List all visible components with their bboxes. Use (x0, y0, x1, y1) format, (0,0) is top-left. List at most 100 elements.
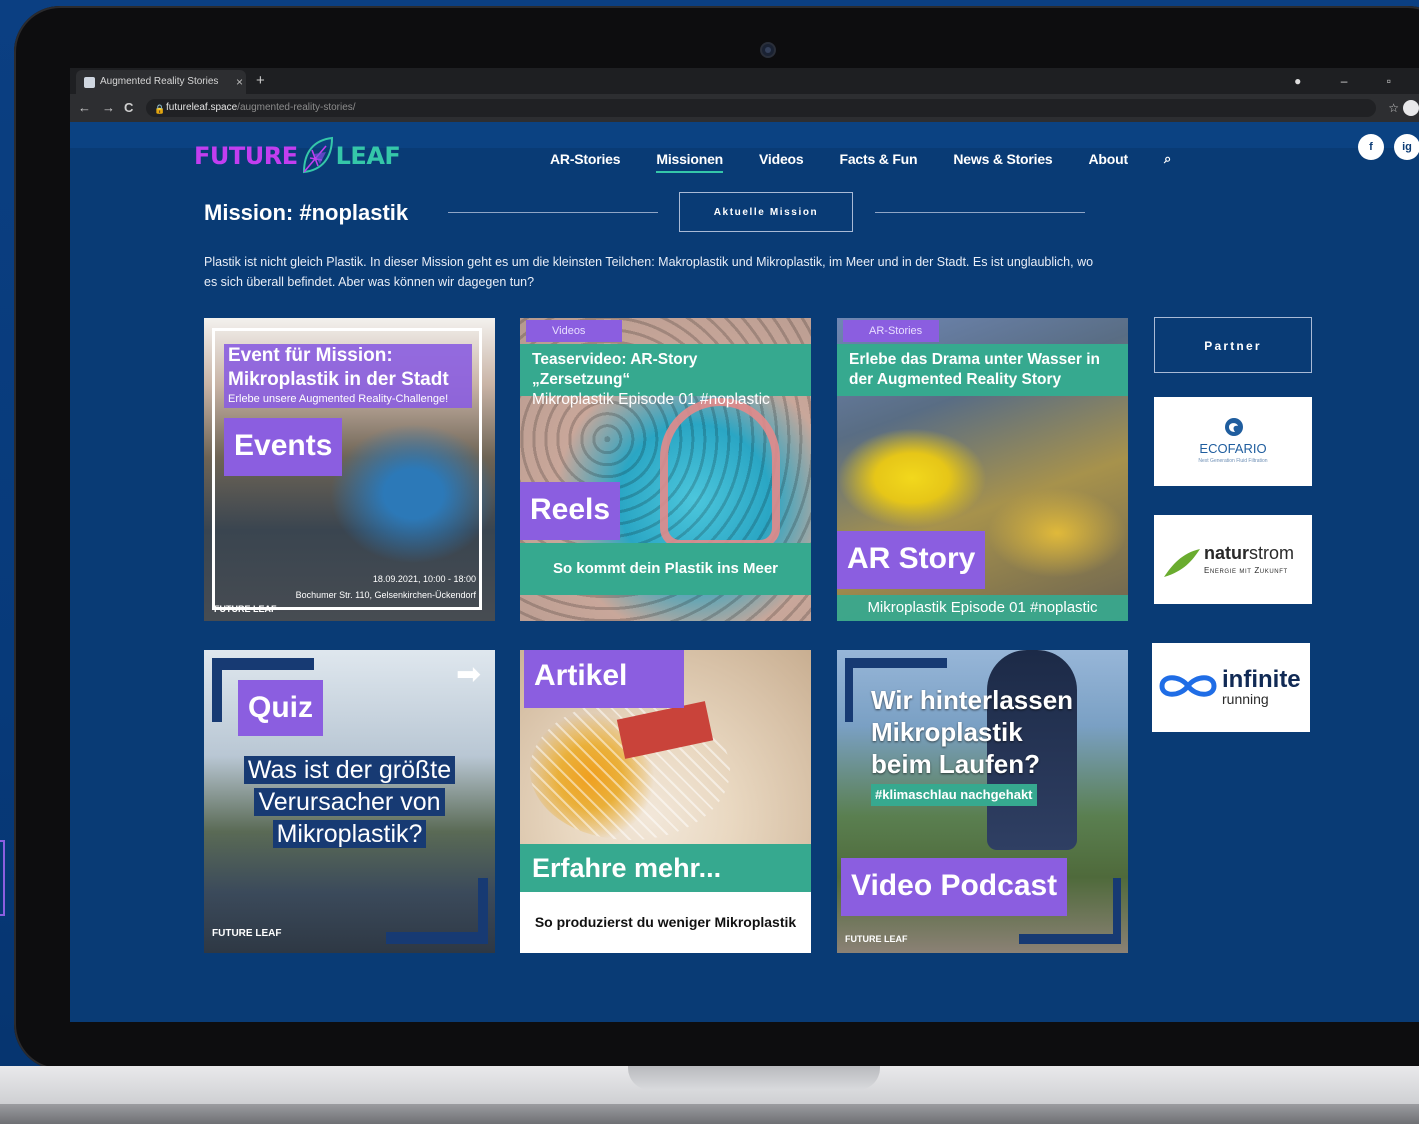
divider-line (448, 212, 658, 213)
video-headline-line3: beim Laufen? (871, 749, 1041, 779)
infinity-icon (1159, 675, 1217, 697)
coral-image (987, 488, 1127, 578)
quiz-tile[interactable]: ➡ Quiz Was ist der größte Verursacher vo… (204, 650, 495, 953)
website: f ig FUTURE LEAF AR-Stories Missionen Vi… (70, 122, 1419, 1022)
ecofario-name: ECOFARIO (1199, 441, 1267, 456)
naturstrom-wordmark: naturstrom (1204, 543, 1294, 564)
browser-tab[interactable]: Augmented Reality Stories × (76, 70, 246, 94)
logo-leaf-text: LEAF (335, 142, 401, 170)
partner-heading: Partner (1154, 317, 1312, 373)
laptop-base-edge (0, 1104, 1419, 1124)
ecofario-tagline: Next Generation Fluid Filtration (1198, 458, 1268, 464)
ar-stories-tag[interactable]: AR-Stories (843, 320, 939, 342)
mission-title: Mission: #noplastik (204, 200, 409, 225)
sandal-strap (660, 398, 780, 548)
naturstrom-tagline: Energie mit Zukunft (1204, 566, 1288, 575)
quiz-question-line3: Mikroplastik? (272, 820, 427, 848)
facebook-icon[interactable]: f (1358, 134, 1384, 160)
reload-button[interactable]: C (124, 94, 133, 122)
ar-footer: Mikroplastik Episode 01 #noplastic (837, 595, 1128, 621)
futureleaf-small-logo: FUTURE LEAF (845, 934, 908, 944)
reels-title: Teaservideo: AR-Story „Zersetzung“ (532, 351, 698, 388)
search-icon[interactable]: ⌕ (1164, 151, 1171, 167)
events-date: 18.09.2021, 10:00 - 18:00 (372, 574, 476, 584)
artikel-caption: So produzierst du weniger Mikroplastik (520, 892, 811, 953)
reels-tile[interactable]: Videos Teaservideo: AR-Story „Zersetzung… (520, 318, 811, 621)
futureleaf-small-logo: FUTURE LEAF (214, 604, 277, 614)
nav-missionen[interactable]: Missionen (656, 151, 723, 173)
close-tab-icon[interactable]: × (236, 70, 243, 94)
logo-future-text: FUTURE (194, 142, 298, 170)
instagram-icon[interactable]: ig (1394, 134, 1419, 160)
futureleaf-small-logo: FUTURE LEAF (212, 928, 282, 939)
window-controls[interactable]: ● – ▫ (1294, 68, 1409, 94)
ecofario-logo[interactable]: ECOFARIO Next Generation Fluid Filtratio… (1154, 397, 1312, 486)
video-podcast-tile[interactable]: Wir hinterlassen Mikroplastik beim Laufe… (837, 650, 1128, 953)
video-headline-line1: Wir hinterlassen (871, 685, 1074, 715)
laptop-opening-notch (628, 1066, 880, 1090)
quiz-question-line2: Verursacher von (254, 788, 445, 816)
naturstrom-regular: strom (1249, 543, 1294, 563)
video-hashtag: #klimaschlau nachgehakt (871, 784, 1037, 806)
video-headline-line2: Mikroplastik (871, 717, 1023, 747)
nav-videos[interactable]: Videos (759, 151, 804, 167)
events-subline: Erlebe unsere Augmented Reality-Challeng… (228, 393, 449, 405)
mission-intro: Plastik ist nicht gleich Plastik. In die… (204, 255, 1094, 289)
naturstrom-bold: natur (1204, 543, 1249, 563)
quiz-label: Quiz (238, 680, 323, 736)
corner-bracket (386, 878, 488, 944)
bookmark-star-icon[interactable]: ☆ (1388, 94, 1399, 122)
lock-icon: 🔒 (154, 104, 166, 114)
leaf-logo-icon (302, 136, 333, 174)
artikel-tile[interactable]: Artikel Erfahre mehr... So produzierst d… (520, 650, 811, 953)
arrow-right-icon[interactable]: ➡ (456, 660, 481, 690)
new-tab-button[interactable]: + (256, 68, 265, 94)
browser-toolbar: ← → C 🔒 futureleaf.space/augmented-reali… (70, 94, 1419, 122)
artikel-cta[interactable]: Erfahre mehr... (520, 844, 811, 892)
videos-tag[interactable]: Videos (526, 320, 622, 342)
artikel-label: Artikel (524, 650, 684, 708)
nav-ar-stories[interactable]: AR-Stories (550, 151, 621, 167)
ar-story-label: AR Story (837, 531, 986, 589)
url-path: /augmented-reality-stories/ (237, 102, 356, 113)
reels-header: Teaservideo: AR-Story „Zersetzung“ Mikro… (520, 344, 811, 408)
address-bar[interactable]: 🔒 futureleaf.space/augmented-reality-sto… (146, 99, 1376, 117)
reels-label: Reels (520, 482, 621, 540)
events-tile[interactable]: Event für Mission: Mikroplastik in der S… (204, 318, 495, 621)
events-address: Bochumer Str. 110, Gelsenkirchen-Ückendo… (295, 590, 476, 600)
divider-line (875, 212, 1085, 213)
naturstrom-logo[interactable]: naturstrom Energie mit Zukunft (1154, 515, 1312, 604)
nav-facts-fun[interactable]: Facts & Fun (839, 151, 917, 167)
events-heading-line1: Event für Mission: (228, 345, 393, 366)
nav-about[interactable]: About (1089, 151, 1129, 167)
ar-story-tile[interactable]: AR-Stories Erlebe das Drama unter Wasser… (837, 318, 1128, 621)
nav-news-stories[interactable]: News & Stories (953, 151, 1052, 167)
ar-title-line1: Erlebe das Drama unter Wasser in (849, 351, 1100, 368)
naturstrom-leaf-icon (1164, 549, 1200, 577)
url-host: futureleaf.space (166, 102, 238, 113)
tab-title: Augmented Reality Stories (100, 76, 219, 87)
main-nav: AR-Stories Missionen Videos Facts & Fun … (550, 148, 1171, 173)
back-button[interactable]: ← (78, 94, 91, 122)
mission-header: Mission: #noplastik Aktuelle Mission (204, 192, 1094, 232)
video-podcast-label: Video Podcast (841, 858, 1068, 916)
video-headline: Wir hinterlassen Mikroplastik beim Laufe… (871, 684, 1073, 780)
quiz-question: Was ist der größte Verursacher von Mikro… (204, 754, 495, 850)
current-mission-button[interactable]: Aktuelle Mission (679, 192, 853, 232)
edge-bracket (0, 840, 5, 916)
ar-title-line2: der Augmented Reality Story (849, 371, 1062, 388)
ar-header: Erlebe das Drama unter Wasser in der Aug… (837, 344, 1128, 396)
infinite-tagline: running (1222, 691, 1269, 707)
favicon-icon (84, 77, 95, 88)
infinite-wordmark: infinite (1222, 666, 1301, 693)
forward-button[interactable]: → (102, 94, 115, 122)
profile-avatar[interactable] (1403, 100, 1419, 116)
infinite-running-logo[interactable]: infinite running (1152, 643, 1310, 732)
quiz-question-line1: Was ist der größte (243, 756, 456, 784)
events-heading-line2: Mikroplastik in der Stadt (228, 369, 449, 390)
reels-cta[interactable]: So kommt dein Plastik ins Meer (520, 543, 811, 595)
laptop-screen: Augmented Reality Stories × + ● – ▫ ← → … (70, 68, 1419, 1022)
ecofario-swirl-icon (1225, 418, 1243, 436)
browser-tab-strip: Augmented Reality Stories × + ● – ▫ (70, 68, 1419, 94)
site-logo[interactable]: FUTURE LEAF (194, 136, 401, 176)
